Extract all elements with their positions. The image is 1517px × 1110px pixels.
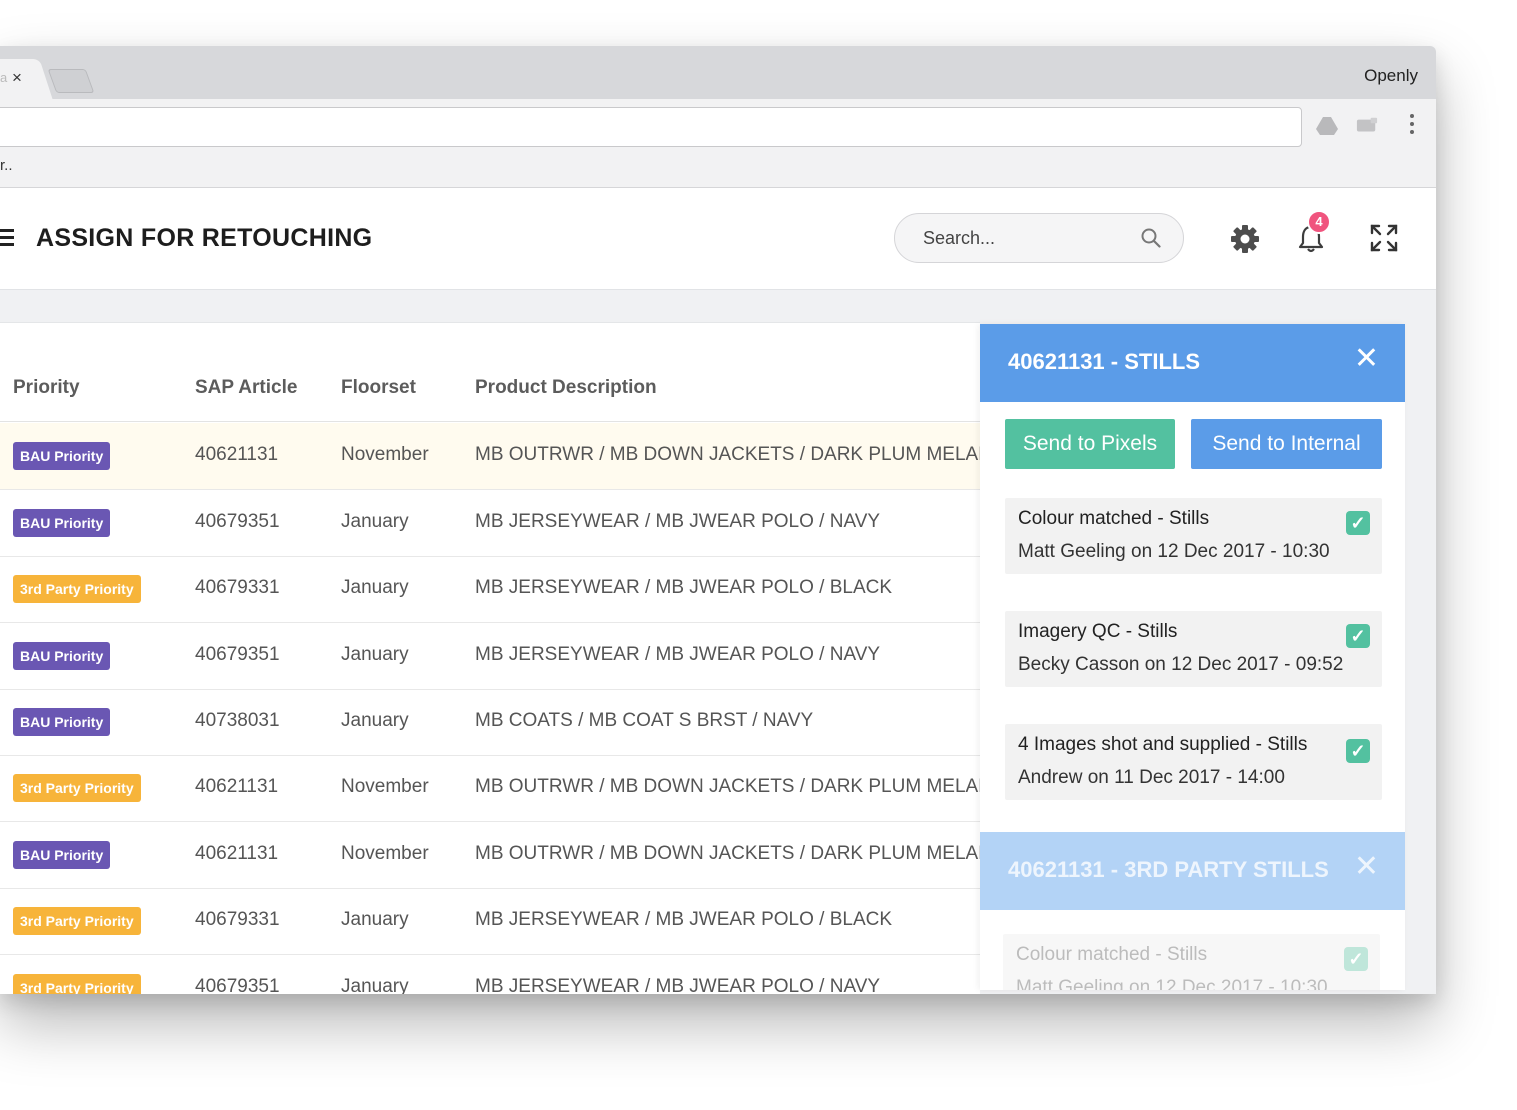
table-row[interactable]: 3rd Party Priority 40621131 November MB …: [0, 755, 980, 822]
sap-article-cell: 40738031: [195, 710, 280, 731]
floorset-cell: January: [341, 976, 409, 994]
description-cell: MB OUTRWR / MB DOWN JACKETS / DARK PLUM …: [475, 843, 980, 864]
panel-header: 40621131 - STILLS ✕: [980, 324, 1405, 402]
checkbox-checked-icon[interactable]: ✓: [1346, 624, 1370, 648]
search-bar[interactable]: [894, 213, 1184, 263]
address-bar[interactable]: [0, 107, 1302, 147]
description-cell: MB JERSEYWEAR / MB JWEAR POLO / BLACK: [475, 909, 893, 930]
table-row[interactable]: BAU Priority 40621131 November MB OUTRWR…: [0, 423, 980, 490]
activity-log-item: 4 Images shot and supplied - Stills Andr…: [1005, 724, 1382, 800]
sap-article-cell: 40621131: [195, 776, 279, 797]
priority-badge: BAU Priority: [13, 841, 111, 869]
floorset-cell: November: [341, 843, 429, 864]
floorset-cell: January: [341, 710, 409, 731]
priority-badge: 3rd Party Priority: [13, 774, 141, 802]
log-meta: Matt Geeling on 12 Dec 2017 - 10:30: [1016, 977, 1328, 990]
log-meta: Matt Geeling on 12 Dec 2017 - 10:30: [1018, 541, 1330, 562]
log-meta: Andrew on 11 Dec 2017 - 14:00: [1018, 767, 1285, 788]
table-row[interactable]: BAU Priority 40679351 January MB JERSEYW…: [0, 490, 980, 557]
tab-strip: a × Openly: [0, 46, 1436, 99]
table-row[interactable]: BAU Priority 40679351 January MB JERSEYW…: [0, 623, 980, 690]
log-title: Colour matched - Stills: [1018, 508, 1210, 529]
priority-badge: 3rd Party Priority: [13, 974, 141, 994]
sap-article-cell: 40679351: [195, 644, 280, 665]
tab-close-icon[interactable]: ×: [12, 68, 22, 88]
header-divider: [0, 421, 980, 422]
floorset-cell: January: [341, 909, 409, 930]
floorset-cell: January: [341, 577, 409, 598]
description-cell: MB COATS / MB COAT S BRST / NAVY: [475, 710, 814, 731]
checkbox-checked-icon[interactable]: ✓: [1346, 511, 1370, 535]
send-to-pixels-button[interactable]: Send to Pixels: [1005, 419, 1175, 469]
cast-extension-icon[interactable]: [1356, 116, 1378, 136]
bookmark-item[interactable]: r..: [0, 157, 13, 174]
log-title: 4 Images shot and supplied - Stills: [1018, 734, 1308, 755]
notification-badge: 4: [1307, 210, 1331, 234]
table-row[interactable]: 3rd Party Priority 40679331 January MB J…: [0, 556, 980, 623]
description-cell: MB JERSEYWEAR / MB JWEAR POLO / NAVY: [475, 644, 881, 665]
checkbox-checked-icon[interactable]: ✓: [1346, 739, 1370, 763]
panel-title-secondary: 40621131 - 3RD PARTY STILLS: [1008, 857, 1329, 882]
priority-badge: 3rd Party Priority: [13, 907, 141, 935]
close-icon[interactable]: ✕: [1354, 344, 1379, 374]
tab-title-fragment: a: [0, 70, 8, 85]
browser-window: a × Openly r.. ASSIGN FOR RETOUCHING Sea…: [0, 46, 1436, 994]
log-title: Imagery QC - Stills: [1018, 621, 1178, 642]
new-tab-button[interactable]: [47, 69, 95, 93]
priority-badge: BAU Priority: [13, 442, 111, 470]
browser-toolbar: r..: [0, 99, 1436, 188]
column-header-priority[interactable]: Priority: [13, 377, 80, 399]
fullscreen-icon[interactable]: [1370, 224, 1398, 252]
table-row[interactable]: BAU Priority 40738031 January MB COATS /…: [0, 689, 980, 756]
priority-badge: BAU Priority: [13, 509, 111, 537]
sap-article-cell: 40621131: [195, 444, 279, 465]
sap-article-cell: 40679331: [195, 577, 280, 598]
retouching-table: Priority SAP Article Floorset Product De…: [0, 322, 980, 994]
log-title: Colour matched - Stills: [1016, 944, 1208, 965]
sap-article-cell: 40679351: [195, 511, 280, 532]
table-row[interactable]: BAU Priority 40621131 November MB OUTRWR…: [0, 822, 980, 889]
priority-badge: BAU Priority: [13, 642, 111, 670]
page-title: ASSIGN FOR RETOUCHING: [36, 224, 373, 252]
description-cell: MB JERSEYWEAR / MB JWEAR POLO / NAVY: [475, 976, 881, 994]
floorset-cell: January: [341, 644, 409, 665]
browser-tab-active[interactable]: [0, 59, 53, 99]
priority-badge: BAU Priority: [13, 708, 111, 736]
browser-menu-icon[interactable]: [1410, 114, 1416, 138]
app-header: ASSIGN FOR RETOUCHING 4: [0, 188, 1436, 290]
floorset-cell: November: [341, 444, 429, 465]
description-cell: MB JERSEYWEAR / MB JWEAR POLO / NAVY: [475, 511, 881, 532]
article-detail-panel: 40621131 - STILLS ✕ Send to Pixels Send …: [980, 324, 1405, 990]
description-cell: MB OUTRWR / MB DOWN JACKETS / DARK PLUM …: [475, 776, 980, 797]
browser-profile-name[interactable]: Openly: [1364, 66, 1418, 86]
activity-log-item: Colour matched - Stills Matt Geeling on …: [1005, 498, 1382, 574]
checkbox-checked-icon[interactable]: ✓: [1344, 947, 1368, 971]
column-header-sap-article[interactable]: SAP Article: [195, 377, 297, 399]
search-icon[interactable]: [1141, 228, 1161, 248]
menu-icon[interactable]: [0, 229, 14, 250]
column-header-floorset[interactable]: Floorset: [341, 377, 416, 399]
description-cell: MB JERSEYWEAR / MB JWEAR POLO / BLACK: [475, 577, 893, 598]
gear-icon[interactable]: [1230, 224, 1260, 254]
activity-log-item: Colour matched - Stills Matt Geeling on …: [1003, 934, 1380, 990]
log-meta: Becky Casson on 12 Dec 2017 - 09:52: [1018, 654, 1344, 675]
description-cell: MB OUTRWR / MB DOWN JACKETS / DARK PLUM …: [475, 444, 980, 465]
floorset-cell: January: [341, 511, 409, 532]
sap-article-cell: 40679351: [195, 976, 280, 994]
priority-badge: 3rd Party Priority: [13, 575, 141, 603]
sap-article-cell: 40621131: [195, 843, 279, 864]
panel-header-secondary: 40621131 - 3RD PARTY STILLS ✕: [980, 832, 1405, 910]
table-row[interactable]: 3rd Party Priority 40679331 January MB J…: [0, 888, 980, 955]
table-row[interactable]: 3rd Party Priority 40679351 January MB J…: [0, 955, 980, 994]
close-icon[interactable]: ✕: [1354, 852, 1379, 882]
send-to-internal-button[interactable]: Send to Internal: [1191, 419, 1382, 469]
panel-title: 40621131 - STILLS: [1008, 349, 1200, 374]
floorset-cell: November: [341, 776, 429, 797]
search-input[interactable]: [923, 226, 1123, 250]
column-header-product-description[interactable]: Product Description: [475, 377, 657, 399]
activity-log-item: Imagery QC - Stills Becky Casson on 12 D…: [1005, 611, 1382, 687]
drive-extension-icon[interactable]: [1316, 116, 1338, 136]
sap-article-cell: 40679331: [195, 909, 280, 930]
